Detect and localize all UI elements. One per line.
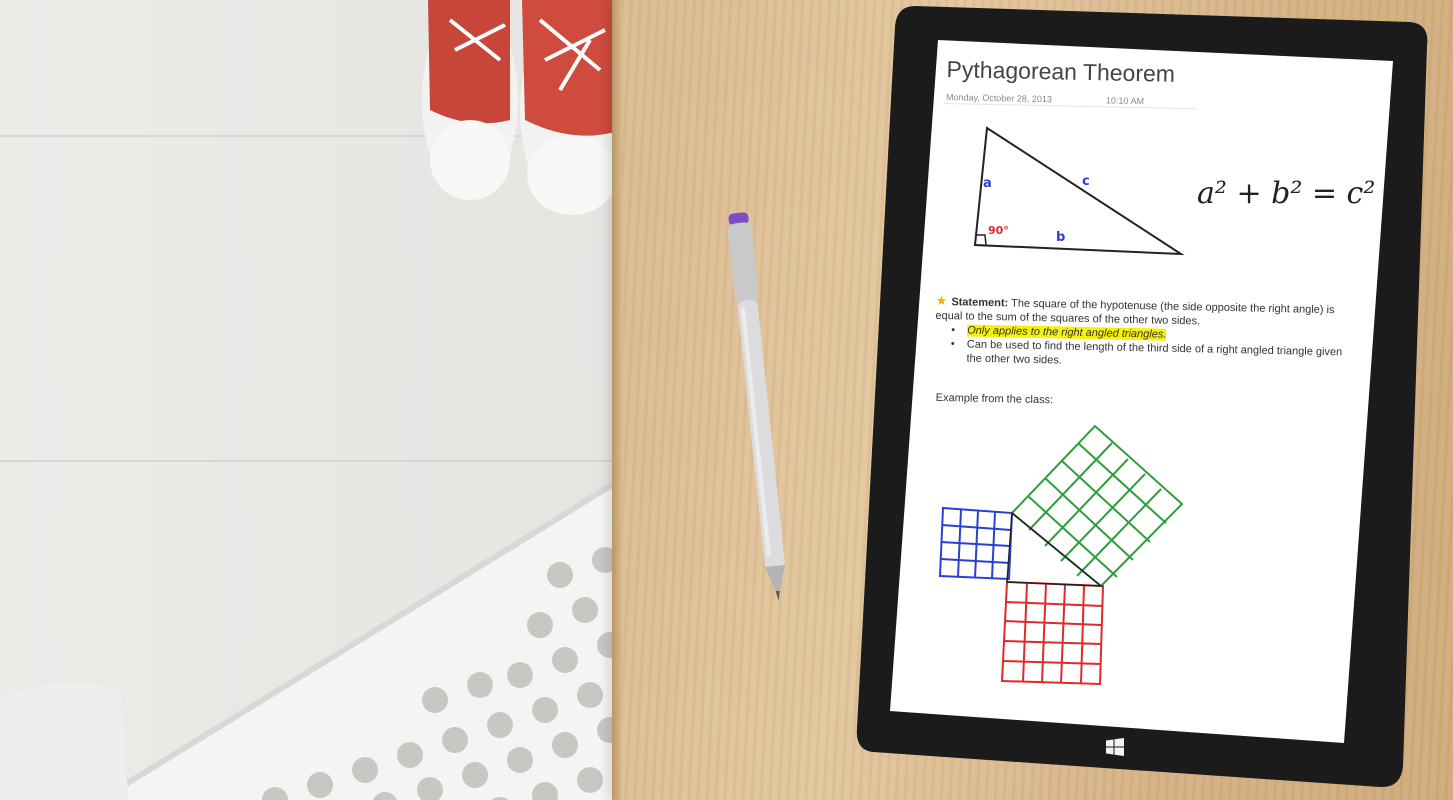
red-sneakers (422, 0, 624, 215)
star-icon: ★ (935, 292, 948, 309)
example-label: Example from the class: (935, 391, 1054, 407)
desk-edge (612, 0, 622, 800)
page-time: 10:10 AM (1105, 95, 1145, 107)
title-divider (943, 102, 1196, 110)
white-laundry-basket (0, 477, 680, 800)
statement-bullets: Only applies to the right angled triangl… (948, 323, 1349, 373)
onenote-page: Pythagorean Theorem Monday, October 28, … (931, 50, 1345, 748)
statement-label: Statement: (951, 296, 1009, 310)
page-title: Pythagorean Theorem (946, 56, 1176, 87)
